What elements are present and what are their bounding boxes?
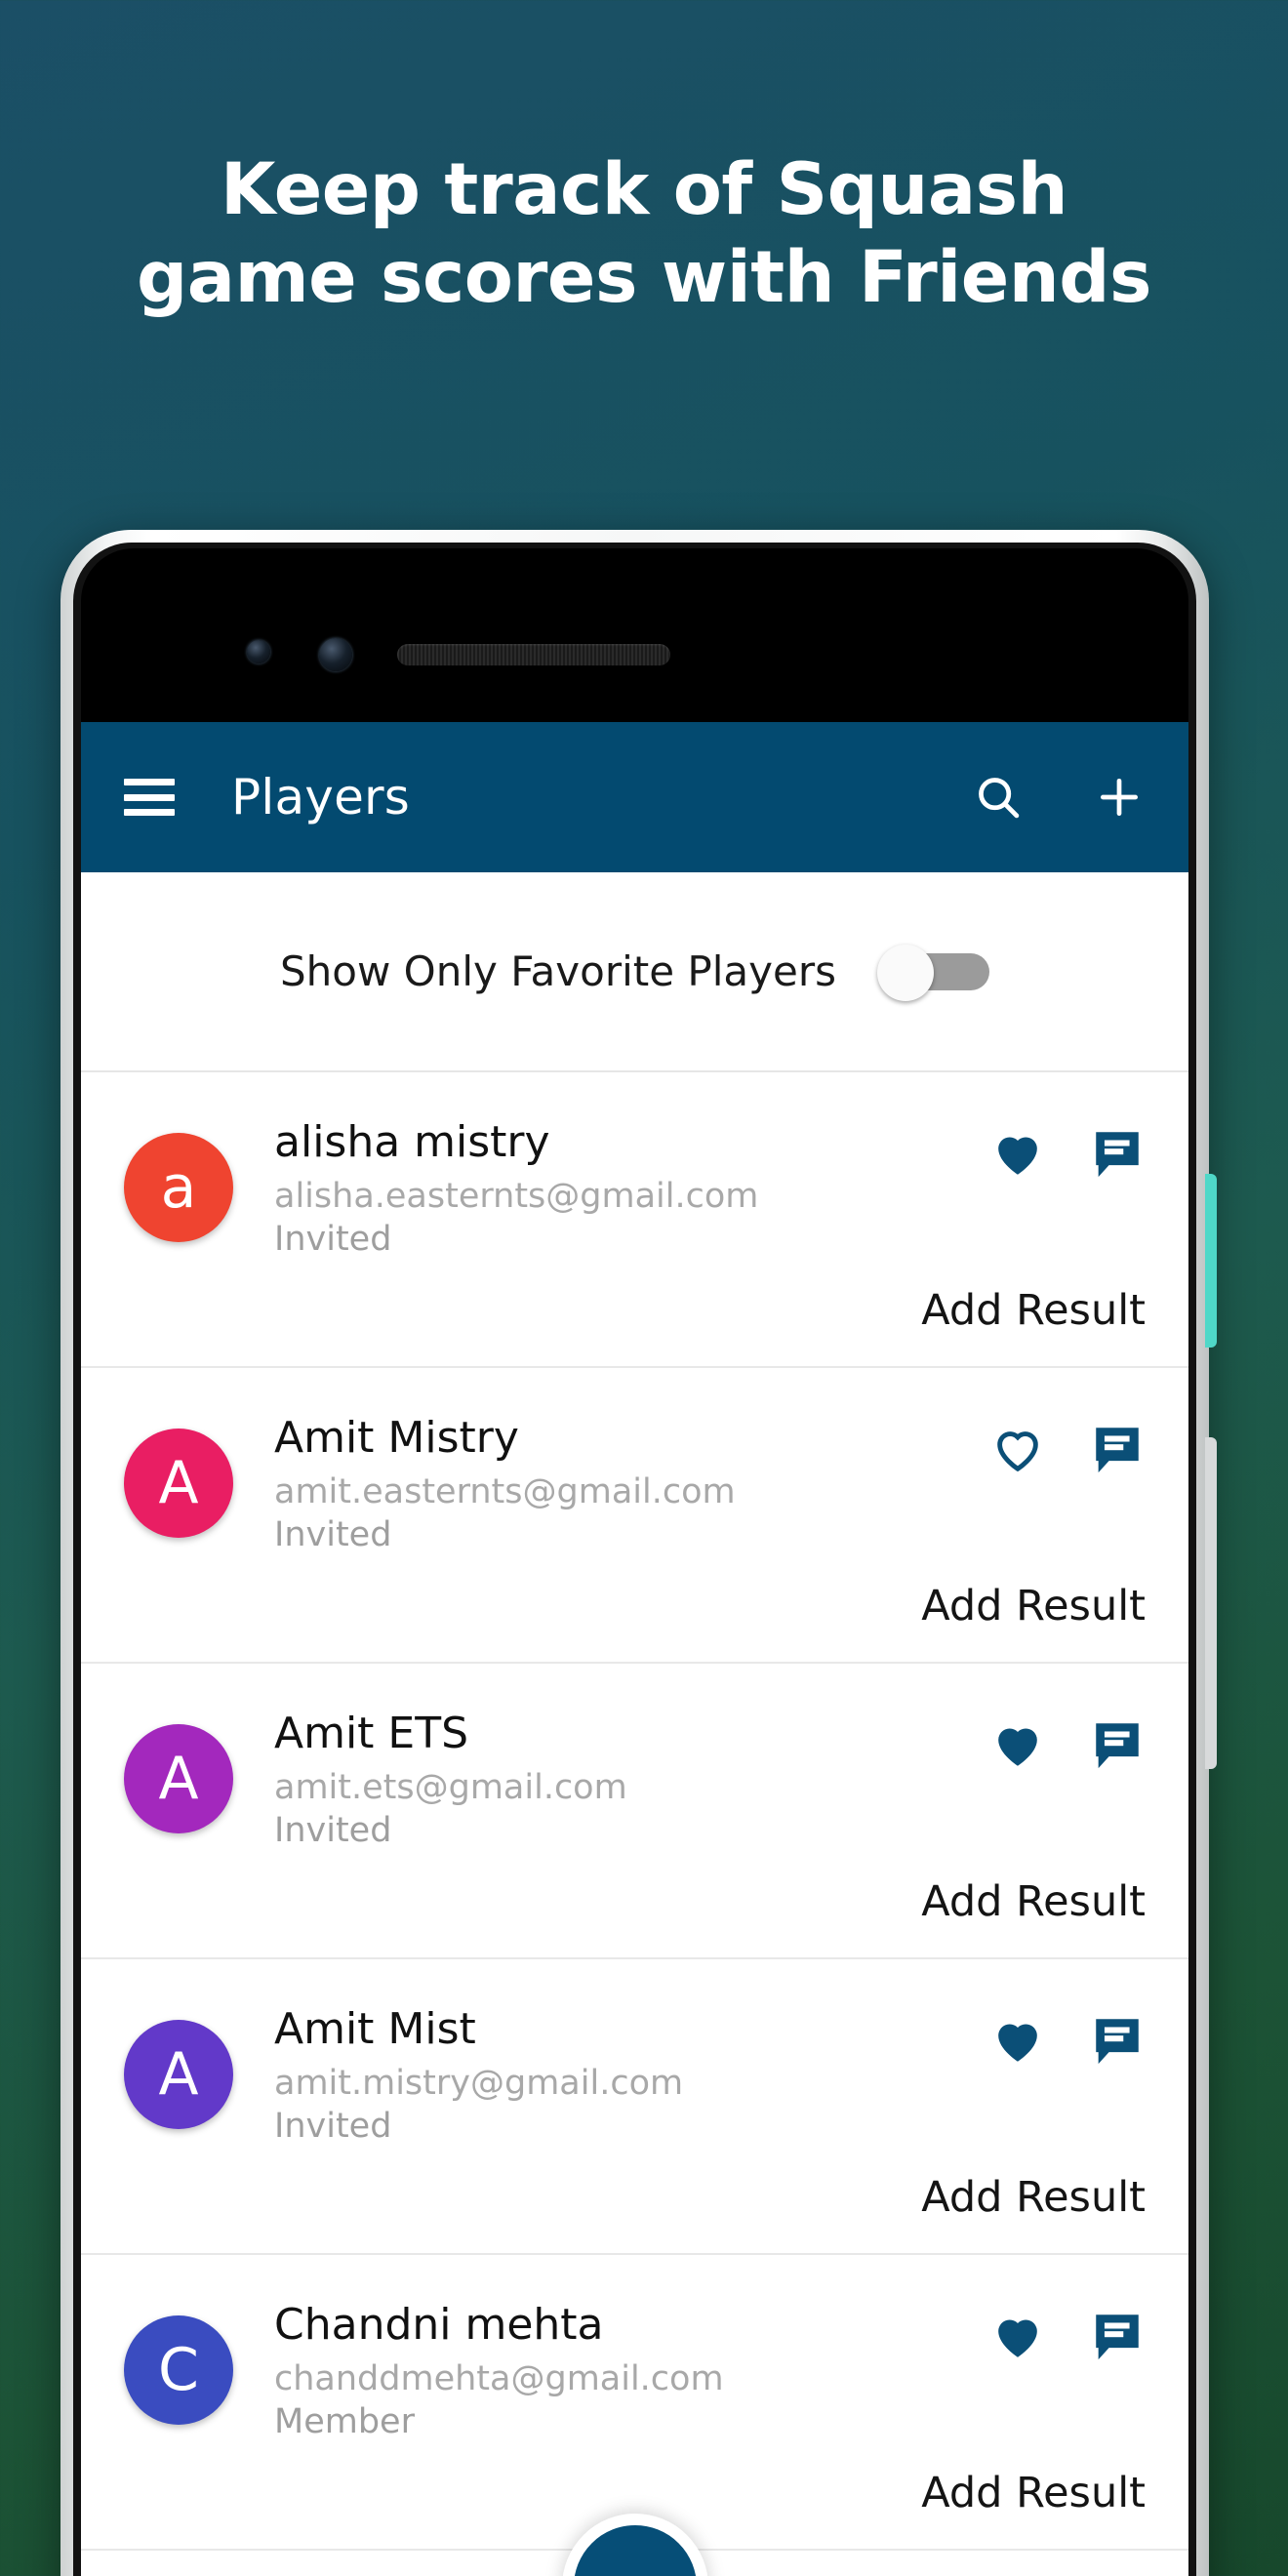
- avatar: A: [124, 2020, 233, 2129]
- table-row[interactable]: a alisha mistry alisha.easternts@gmail.c…: [81, 1072, 1188, 1368]
- player-email: amit.mistry@gmail.com: [274, 2063, 684, 2103]
- player-email: chanddmehta@gmail.com: [274, 2358, 724, 2398]
- earpiece-speaker-icon: [397, 644, 670, 665]
- table-row[interactable]: A Amit Mist amit.mistry@gmail.com Invite…: [81, 1959, 1188, 2255]
- phone-screen: Players Show Only Favorite Players a ali…: [81, 548, 1188, 2576]
- player-status: Member: [274, 2401, 415, 2441]
- favorite-filter-toggle[interactable]: [877, 944, 989, 1001]
- avatar: C: [124, 2315, 233, 2425]
- player-status: Invited: [274, 1514, 392, 1554]
- player-name: Amit Mistry: [274, 1413, 519, 1463]
- player-info: Chandni mehta chanddmehta@gmail.com Memb…: [274, 2294, 989, 2442]
- heart-icon[interactable]: [989, 2012, 1046, 2069]
- avatar-initial: a: [160, 1153, 197, 1222]
- player-status: Invited: [274, 1810, 392, 1850]
- app-screen: Players Show Only Favorite Players a ali…: [81, 722, 1188, 2576]
- app-bar: Players: [81, 722, 1188, 872]
- table-row[interactable]: C Chandni mehta chanddmehta@gmail.com Me…: [81, 2255, 1188, 2551]
- player-name: Chandni mehta: [274, 2300, 604, 2350]
- heart-icon[interactable]: [989, 1716, 1046, 1773]
- chat-bubble-icon[interactable]: [1089, 2308, 1146, 2364]
- favorite-filter-row[interactable]: Show Only Favorite Players: [81, 872, 1188, 1072]
- page-title: Players: [231, 769, 411, 825]
- avatar: A: [124, 1724, 233, 1833]
- avatar-initial: A: [158, 1745, 199, 1813]
- add-result-button[interactable]: Add Result: [921, 2173, 1146, 2222]
- front-camera-icon: [247, 640, 270, 664]
- hamburger-menu-icon[interactable]: [124, 779, 175, 816]
- player-info: Amit Mist amit.mistry@gmail.com Invited: [274, 1998, 989, 2147]
- add-result-button[interactable]: Add Result: [921, 1582, 1146, 1630]
- add-result-button[interactable]: Add Result: [921, 1877, 1146, 1926]
- avatar: a: [124, 1133, 233, 1242]
- player-name: Amit ETS: [274, 1709, 469, 1758]
- row-actions: [989, 2294, 1146, 2364]
- table-row[interactable]: A Amit ETS amit.ets@gmail.com Invited Ad…: [81, 1664, 1188, 1959]
- heart-icon[interactable]: [989, 1125, 1046, 1182]
- player-email: amit.ets@gmail.com: [274, 1767, 627, 1807]
- phone-inner-frame: Players Show Only Favorite Players a ali…: [73, 543, 1196, 2576]
- row-actions: [989, 1111, 1146, 1182]
- avatar: A: [124, 1429, 233, 1538]
- row-actions: [989, 1998, 1146, 2069]
- toggle-knob: [877, 944, 934, 1001]
- player-status: Invited: [274, 1219, 392, 1259]
- player-list: a alisha mistry alisha.easternts@gmail.c…: [81, 1072, 1188, 2551]
- player-name: Amit Mist: [274, 2004, 476, 2054]
- player-info: alisha mistry alisha.easternts@gmail.com…: [274, 1111, 989, 1260]
- avatar-initial: C: [158, 2336, 199, 2404]
- front-sensor-icon: [319, 638, 352, 671]
- favorite-filter-label: Show Only Favorite Players: [280, 947, 836, 995]
- chat-bubble-icon[interactable]: [1089, 1125, 1146, 1182]
- player-email: amit.easternts@gmail.com: [274, 1471, 736, 1511]
- player-info: Amit ETS amit.ets@gmail.com Invited: [274, 1703, 989, 1851]
- player-email: alisha.easternts@gmail.com: [274, 1176, 759, 1216]
- phone-mockup: Players Show Only Favorite Players a ali…: [60, 530, 1217, 2576]
- add-result-button[interactable]: Add Result: [921, 2469, 1146, 2517]
- player-status: Invited: [274, 2106, 392, 2146]
- plus-icon[interactable]: [1093, 771, 1146, 824]
- app-bar-actions: [972, 771, 1146, 824]
- headline-line-1: Keep track of Squash: [220, 148, 1068, 231]
- phone-side-button-teal: [1205, 1174, 1217, 1348]
- chat-bubble-icon[interactable]: [1089, 1716, 1146, 1773]
- avatar-initial: A: [158, 2040, 199, 2109]
- chat-bubble-icon[interactable]: [1089, 2012, 1146, 2069]
- heart-icon[interactable]: [989, 1421, 1046, 1477]
- promo-headline: Keep track of Squash game scores with Fr…: [0, 146, 1288, 322]
- phone-side-button-gray: [1205, 1437, 1217, 1769]
- search-icon[interactable]: [972, 771, 1025, 824]
- player-info: Amit Mistry amit.easternts@gmail.com Inv…: [274, 1407, 989, 1555]
- avatar-initial: A: [158, 1449, 199, 1517]
- heart-icon[interactable]: [989, 2308, 1046, 2364]
- add-result-button[interactable]: Add Result: [921, 1286, 1146, 1335]
- player-name: alisha mistry: [274, 1117, 550, 1167]
- headline-line-2: game scores with Friends: [137, 235, 1151, 319]
- row-actions: [989, 1407, 1146, 1477]
- chat-bubble-icon[interactable]: [1089, 1421, 1146, 1477]
- table-row[interactable]: A Amit Mistry amit.easternts@gmail.com I…: [81, 1368, 1188, 1664]
- row-actions: [989, 1703, 1146, 1773]
